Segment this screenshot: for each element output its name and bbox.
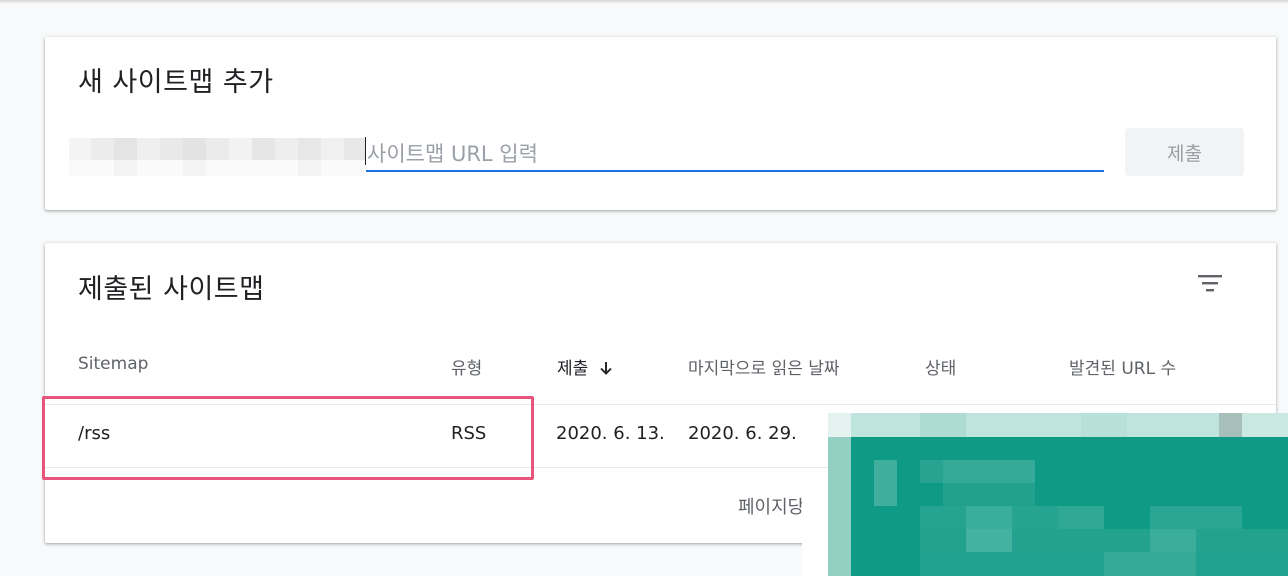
submit-button[interactable]: 제출: [1125, 128, 1244, 176]
column-header-last-read[interactable]: 마지막으로 읽은 날짜: [688, 354, 840, 379]
cell-last-read: 2020. 6. 29.: [688, 423, 797, 444]
column-header-sitemap[interactable]: Sitemap: [78, 354, 148, 374]
filter-list-icon[interactable]: [1196, 271, 1226, 295]
add-sitemap-title: 새 사이트맵 추가: [78, 67, 274, 98]
top-bar-shadow: [0, 0, 1288, 4]
cell-submitted: 2020. 6. 13.: [556, 423, 665, 444]
cell-sitemap: /rss: [78, 423, 111, 444]
column-header-discovered-urls[interactable]: 발견된 URL 수: [1069, 354, 1176, 379]
redaction-patch: [802, 475, 830, 576]
column-header-submitted[interactable]: 제출: [557, 354, 614, 381]
arrow-down-icon: [598, 360, 614, 381]
pixelated-redaction: [828, 413, 1288, 576]
cell-type: RSS: [451, 423, 487, 444]
submitted-sitemaps-title: 제출된 사이트맵: [78, 274, 265, 305]
column-header-type[interactable]: 유형: [451, 354, 482, 379]
property-url-prefix-redacted: [69, 138, 365, 176]
rows-per-page-label: 페이지당: [738, 497, 805, 518]
column-header-status[interactable]: 상태: [925, 354, 956, 379]
column-header-submitted-label: 제출: [557, 359, 589, 379]
add-sitemap-card: 새 사이트맵 추가 제출: [45, 37, 1276, 210]
sitemap-url-input[interactable]: [366, 138, 1104, 172]
row-divider: [45, 404, 1276, 405]
